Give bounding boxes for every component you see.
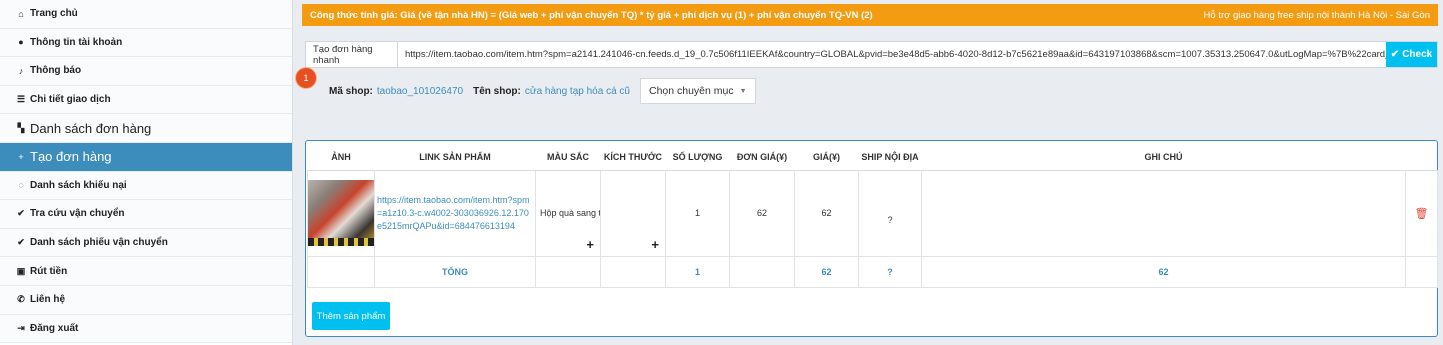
product-link-cell: https://item.taobao.com/item.htm?spm=a1z…	[374, 169, 536, 257]
sidebar-item-label: Trang chủ	[30, 8, 78, 20]
product-url-input[interactable]: https://item.taobao.com/item.htm?spm=a21…	[398, 42, 1386, 67]
sidebar-item[interactable]: ▣ Rút tiền	[0, 257, 292, 286]
color-cell: Hộp quà sang trọng +	[535, 169, 601, 257]
sidebar-item[interactable]: ☰ Chi tiết giao dịch	[0, 85, 292, 115]
check-button[interactable]: ✔ Check	[1386, 42, 1437, 67]
sidebar-item-label: Danh sách phiếu vận chuyển	[30, 237, 168, 249]
total-empty-cell	[535, 255, 601, 288]
add-color-icon[interactable]: +	[586, 237, 594, 252]
product-image-cell	[307, 169, 375, 257]
sidebar-item[interactable]: ✔ Tra cứu vận chuyển	[0, 200, 292, 229]
add-size-icon[interactable]: +	[651, 237, 659, 252]
sidebar-item[interactable]: ▚ Danh sách đơn hàng	[0, 114, 292, 143]
chevron-down-icon: ▼	[739, 87, 747, 95]
header-size: KÍCH THƯỚC	[600, 144, 666, 171]
category-select-value: Chọn chuyên mục	[648, 85, 734, 97]
cubes-icon: ▚	[17, 122, 25, 133]
total-empty-cell	[307, 255, 375, 288]
list-icon: ☰	[16, 94, 26, 105]
total-price: 62	[794, 255, 859, 288]
plus-icon: +	[18, 151, 24, 162]
sidebar-item-label: Chi tiết giao dịch	[30, 94, 111, 106]
shipping-support-text: Hỗ trợ giao hàng free ship nội thành Hà …	[1203, 9, 1430, 21]
check-icon: ✔	[17, 208, 25, 219]
total-quantity: 1	[665, 255, 730, 288]
sidebar-item[interactable]: ● Thông tin tài khoản	[0, 28, 292, 58]
shop-code-link[interactable]: taobao_101026470	[377, 86, 463, 97]
header-quantity: SỐ LƯỢNG	[665, 144, 730, 171]
sidebar-item[interactable]: ✆ Liên hệ	[0, 285, 292, 315]
sidebar-item[interactable]: + Tạo đơn hàng	[0, 142, 292, 172]
header-domestic-ship: SHIP NỘI ĐỊA	[858, 144, 922, 171]
sidebar-item-label: Tra cứu vận chuyển	[30, 208, 125, 220]
check-icon: ✔	[1390, 49, 1400, 60]
total-empty-cell	[729, 255, 795, 288]
quantity-cell[interactable]: 1	[665, 169, 730, 257]
sidebar-item[interactable]: ♪ Thông báo	[0, 57, 292, 86]
sidebar: ⌂ Trang chủ ● Thông tin tài khoản ♪ Thông báo…	[0, 0, 293, 345]
money-icon: ▣	[16, 265, 26, 276]
total-note: 62	[921, 255, 1406, 288]
product-link[interactable]: https://item.taobao.com/item.htm?spm=a1z…	[375, 194, 535, 233]
category-select[interactable]: Chọn chuyên mục ▼	[639, 78, 756, 104]
sidebar-item-label: Tạo đơn hàng	[30, 149, 112, 165]
quick-order-bar: Tạo đơn hàng nhanh https://item.taobao.c…	[305, 41, 1438, 68]
actions-cell: 🗑	[1405, 169, 1438, 257]
sidebar-item[interactable]: ⇥ Đăng xuất	[0, 314, 292, 344]
sidebar-item-label: Danh sách đơn hàng	[30, 120, 152, 136]
app: ⌂ Trang chủ ● Thông tin tài khoản ♪ Thông báo…	[0, 0, 1443, 345]
shop-info: Mã shop: taobao_101026470 Tên shop: cửa …	[329, 78, 756, 104]
table-header-row: ẢNH LINK SẢN PHẨM MÀU SẮC KÍCH THƯỚC SỐ …	[307, 144, 1438, 171]
bell-icon: ♪	[18, 65, 24, 76]
product-table: ẢNH LINK SẢN PHẨM MÀU SẮC KÍCH THƯỚC SỐ …	[307, 144, 1438, 288]
sidebar-item[interactable]: ◌ Danh sách khiếu nại	[0, 171, 292, 201]
sidebar-item-label: Liên hệ	[30, 294, 66, 306]
sidebar-item-label: Danh sách khiếu nại	[30, 179, 127, 191]
check-button-label: Check	[1402, 49, 1433, 60]
sidebar-item-label: Đăng xuất	[30, 322, 79, 334]
total-row: TỔNG 1 62 ? 62	[307, 255, 1438, 288]
header-color: MÀU SẮC	[535, 144, 601, 171]
total-label: TỔNG	[374, 255, 536, 288]
unit-price-cell: 62	[729, 169, 795, 257]
phone-icon: ✆	[17, 294, 25, 305]
price-formula-text: Công thức tính giá: Giá (về tận nhà HN) …	[310, 9, 873, 21]
header-link: LINK SẢN PHẨM	[374, 144, 536, 171]
note-cell[interactable]	[921, 169, 1406, 257]
sidebar-item[interactable]: ⌂ Trang chủ	[0, 0, 292, 29]
header-price: GIÁ(¥)	[794, 144, 859, 171]
shop-name-link[interactable]: cửa hàng tạp hóa cá cũ	[525, 86, 630, 97]
header-image: ẢNH	[307, 144, 375, 171]
check-icon: ✔	[17, 237, 25, 248]
header-note: GHI CHÚ	[921, 144, 1406, 171]
shop-code-label: Mã shop:	[329, 85, 373, 97]
shop-name-label: Tên shop:	[473, 85, 521, 97]
sign-out-icon: ⇥	[17, 322, 25, 333]
quick-order-label: Tạo đơn hàng nhanh	[306, 42, 398, 67]
step-badge: 1	[296, 68, 316, 88]
home-icon: ⌂	[18, 8, 24, 19]
total-empty-cell	[600, 255, 666, 288]
domestic-ship-cell: ?	[858, 169, 922, 257]
sidebar-item-label: Thông tin tài khoản	[30, 36, 123, 48]
add-product-button[interactable]: Thêm sản phẩm	[312, 302, 390, 330]
price-formula-banner: Công thức tính giá: Giá (về tận nhà HN) …	[302, 4, 1438, 26]
size-cell: +	[600, 169, 666, 257]
user-icon: ●	[18, 37, 24, 48]
total-ship: ?	[858, 255, 922, 288]
price-cell: 62	[794, 169, 859, 257]
product-thumbnail[interactable]	[308, 180, 374, 246]
header-actions	[1405, 144, 1438, 171]
domestic-ship-value: ?	[887, 215, 893, 225]
total-empty-cell	[1405, 255, 1438, 288]
sidebar-item[interactable]: ✔ Danh sách phiếu vận chuyển	[0, 228, 292, 258]
color-value[interactable]: Hộp quà sang trọng	[536, 208, 600, 218]
sidebar-item-label: Thông báo	[30, 65, 82, 77]
sidebar-item-label: Rút tiền	[30, 265, 68, 277]
header-unit-price: ĐƠN GIÁ(¥)	[729, 144, 795, 171]
product-table-panel: ẢNH LINK SẢN PHẨM MÀU SẮC KÍCH THƯỚC SỐ …	[305, 140, 1438, 337]
trash-icon[interactable]: 🗑	[1415, 208, 1429, 220]
comment-icon: ◌	[18, 180, 24, 191]
table-row: https://item.taobao.com/item.htm?spm=a1z…	[307, 169, 1438, 257]
